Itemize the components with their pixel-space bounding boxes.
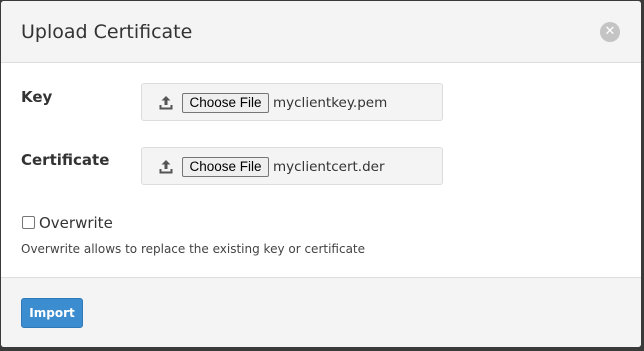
certificate-file-name: myclientcert.der bbox=[273, 159, 385, 175]
overwrite-label[interactable]: Overwrite bbox=[39, 214, 113, 232]
overwrite-checkbox[interactable] bbox=[22, 216, 35, 229]
certificate-file-input[interactable]: Choose File myclientcert.der bbox=[141, 147, 443, 185]
key-choose-file-button[interactable]: Choose File bbox=[182, 93, 269, 113]
key-file-name: myclientkey.pem bbox=[273, 95, 388, 111]
dialog-title: Upload Certificate bbox=[21, 21, 193, 43]
key-file-input[interactable]: Choose File myclientkey.pem bbox=[141, 83, 443, 121]
upload-certificate-dialog: Upload Certificate ✕ Key Choose File myc… bbox=[1, 1, 641, 347]
key-label: Key bbox=[21, 88, 53, 106]
import-button[interactable]: Import bbox=[21, 298, 83, 328]
certificate-choose-file-button[interactable]: Choose File bbox=[182, 157, 269, 177]
close-icon[interactable]: ✕ bbox=[600, 22, 620, 42]
dialog-footer: Import bbox=[1, 277, 641, 347]
dialog-header: Upload Certificate ✕ bbox=[1, 1, 641, 63]
upload-icon bbox=[159, 96, 173, 110]
overwrite-help-text: Overwrite allows to replace the existing… bbox=[21, 242, 366, 256]
certificate-label: Certificate bbox=[21, 151, 110, 169]
upload-icon bbox=[159, 160, 173, 174]
